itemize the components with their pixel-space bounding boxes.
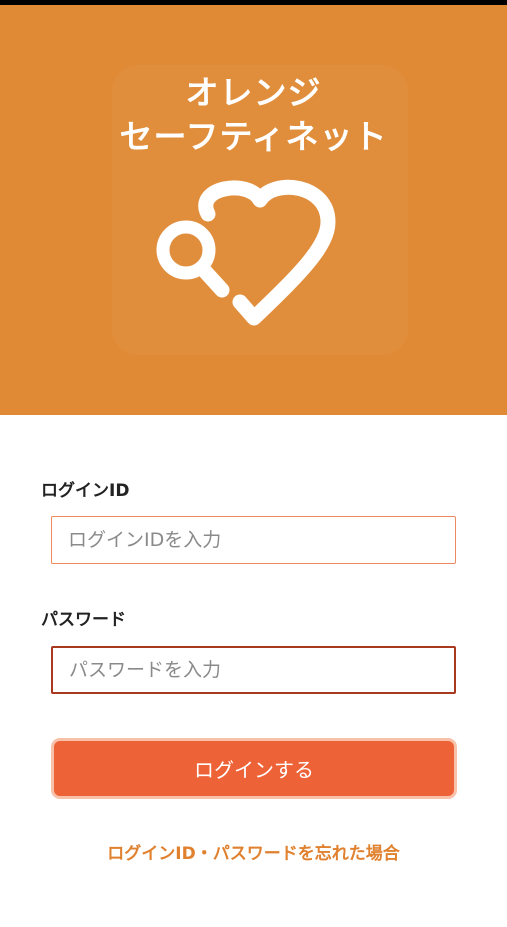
brand-header: オレンジ セーフティネット <box>0 5 507 415</box>
heart-magnifier-check-icon <box>156 179 336 326</box>
login-button[interactable]: ログインする <box>51 738 457 799</box>
brand-name-line1: オレンジ <box>185 73 322 112</box>
brand-name-line2: セーフティネット <box>119 117 388 156</box>
login-id-input[interactable] <box>51 516 456 564</box>
password-label: パスワード <box>41 610 126 630</box>
forgot-credentials-link[interactable]: ログインID・パスワードを忘れた場合 <box>0 842 507 866</box>
login-id-label: ログインID <box>41 481 130 501</box>
brand-name: オレンジ セーフティネット <box>0 71 507 159</box>
password-input[interactable] <box>51 646 456 694</box>
